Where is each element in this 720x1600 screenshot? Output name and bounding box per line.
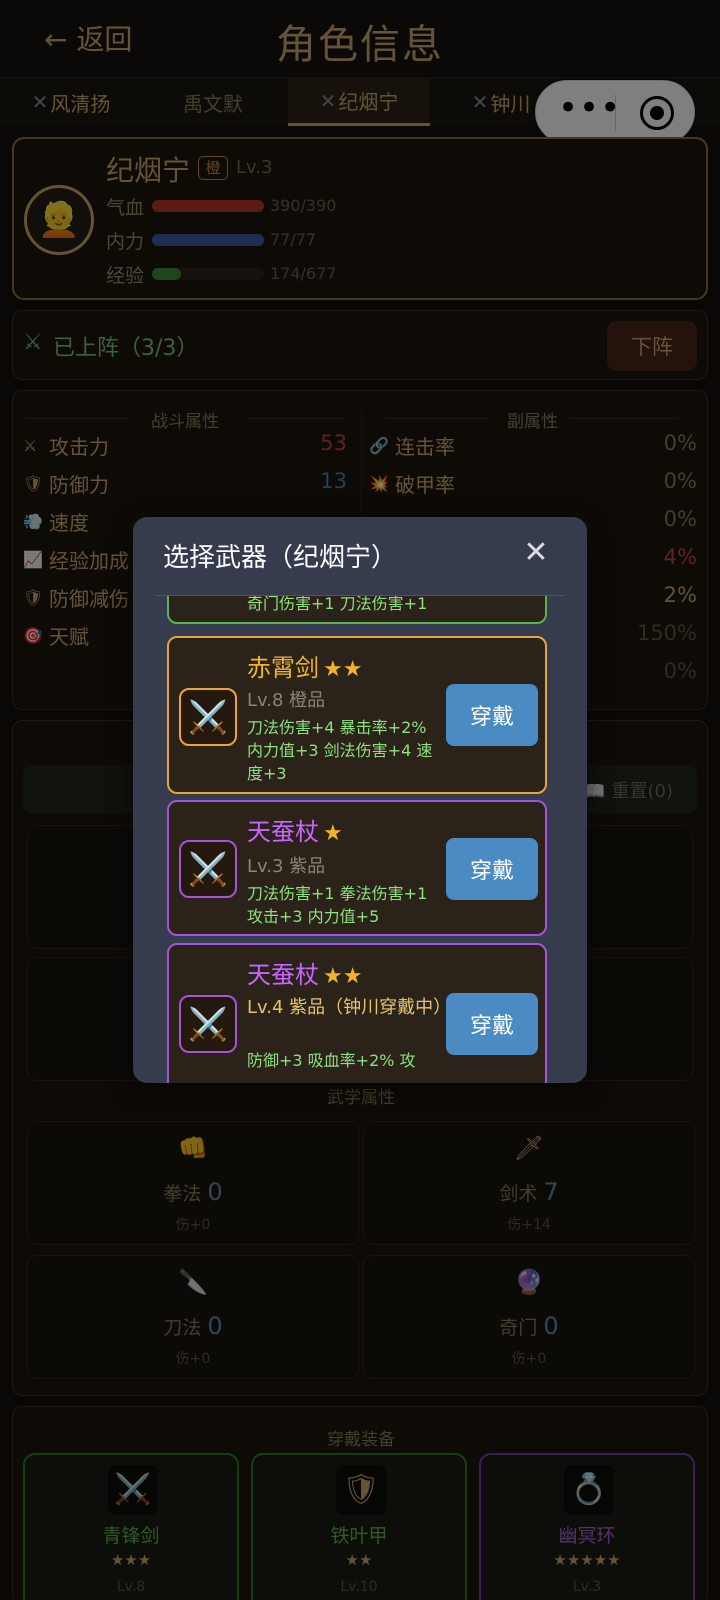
modal-title: 选择武器（纪烟宁） [163, 543, 398, 573]
weapon-name-row: 天蚕杖 ★★ [247, 955, 362, 990]
weapon-name: 天蚕杖 [247, 818, 319, 846]
weapon-level: Lv.4 紫品（钟川穿戴中） [247, 997, 452, 1018]
weapon-stars: ★★ [323, 657, 363, 682]
weapon-stars: ★★ [323, 964, 363, 989]
character-info-page: ← 返回 角色信息 ✕风清扬 禹文默 ✕纪烟宁 ✕钟川 ••• 👱 纪烟宁 橙 … [0, 0, 720, 1600]
close-icon[interactable]: ✕ [519, 537, 553, 571]
weapon-list: 奇门伤害+1 刀法伤害+1 ⚔️ 赤霄剑 ★★ Lv.8 橙品 刀法伤害+4 暴击率+2… [133, 596, 587, 1083]
weapon-name-row: 天蚕杖 ★ [247, 812, 343, 847]
weapon-card[interactable]: ⚔️ 天蚕杖 ★★ Lv.4 紫品（钟川穿戴中） 防御+3 吸血率+2% 攻 穿戴 [167, 943, 547, 1083]
weapon-effects: 刀法伤害+1 拳法伤害+1 攻击+3 内力值+5 [247, 884, 428, 926]
weapon-name: 天蚕杖 [247, 961, 319, 989]
weapon-effects: 奇门伤害+1 刀法伤害+1 [247, 596, 428, 613]
weapon-level: Lv.3 紫品 [247, 856, 326, 877]
equip-button[interactable]: 穿戴 [446, 838, 538, 900]
weapon-effects: 防御+3 吸血率+2% 攻 [247, 1051, 416, 1070]
equip-button[interactable]: 穿戴 [446, 993, 538, 1055]
equip-button[interactable]: 穿戴 [446, 684, 538, 746]
crossed-swords-icon: ⚔️ [179, 688, 237, 746]
crossed-swords-icon: ⚔️ [179, 995, 237, 1053]
weapon-select-modal: 选择武器（纪烟宁） ✕ 奇门伤害+1 刀法伤害+1 ⚔️ 赤霄剑 ★★ Lv.8 橙品… [133, 517, 587, 1083]
weapon-name: 赤霄剑 [247, 654, 319, 682]
weapon-stars: ★ [323, 821, 343, 846]
weapon-card[interactable]: ⚔️ 赤霄剑 ★★ Lv.8 橙品刀法伤害+4 暴击率+2% 内力值+3 剑法伤害+4… [167, 636, 547, 794]
weapon-effects: 刀法伤害+4 暴击率+2% 内力值+3 剑法伤害+4 速度+3 [247, 718, 433, 783]
weapon-card[interactable]: ⚔️ 天蚕杖 ★ Lv.3 紫品刀法伤害+1 拳法伤害+1 攻击+3 内力值+5 穿戴 [167, 800, 547, 936]
weapon-name-row: 赤霄剑 ★★ [247, 648, 362, 683]
weapon-level: Lv.8 橙品 [247, 690, 326, 711]
weapon-card-partial[interactable]: 奇门伤害+1 刀法伤害+1 [167, 596, 547, 624]
crossed-swords-icon: ⚔️ [179, 840, 237, 898]
